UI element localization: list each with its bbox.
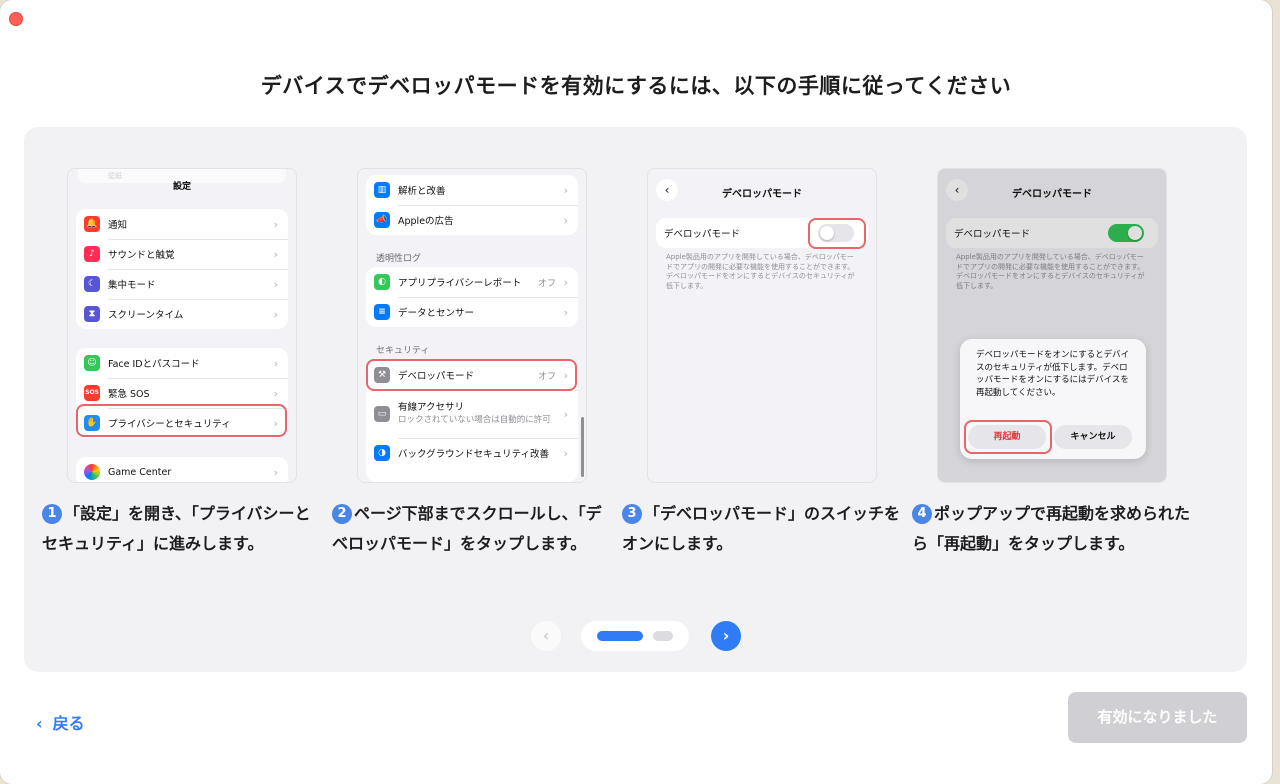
step-number-badge: 1 bbox=[42, 504, 62, 524]
settings-group-analytics: ▥ 解析と改善 › 📣 Appleの広告 › bbox=[366, 175, 578, 235]
moon-icon: ☾ bbox=[84, 276, 100, 292]
chevron-right-icon: › bbox=[273, 465, 278, 479]
list-item: Game Center › bbox=[76, 457, 288, 482]
cable-icon: ▭ bbox=[374, 406, 390, 422]
list-item: 📣 Appleの広告 › bbox=[366, 205, 578, 235]
screen-header: デベロッパモード bbox=[722, 189, 802, 200]
next-page-button[interactable]: › bbox=[711, 621, 741, 651]
step-1-caption: 1 「設定」を開き、「プライバシーとセキュリティ」に進みします。 bbox=[42, 504, 311, 553]
chevron-right-icon: › bbox=[273, 356, 278, 370]
list-item: ◐ アプリプライバシーレポート オフ › bbox=[366, 267, 578, 297]
megaphone-icon: 📣 bbox=[374, 212, 390, 228]
list-item: 🔔 通知 › bbox=[76, 209, 288, 239]
hourglass-icon: ⧗ bbox=[84, 306, 100, 322]
dialog-window: デバイスでデベロッパモードを有効にするには、以下の手順に従ってください 壁紙 設… bbox=[0, 0, 1272, 784]
step-number-badge: 3 bbox=[622, 504, 642, 524]
chevron-right-icon: › bbox=[273, 247, 278, 261]
chevron-right-icon: › bbox=[273, 217, 278, 231]
list-item: ⧗ スクリーンタイム › bbox=[76, 299, 288, 329]
list-item: ☾ 集中モード › bbox=[76, 269, 288, 299]
screen-header: 設定 bbox=[172, 182, 191, 192]
chevron-left-icon: ‹ bbox=[36, 714, 43, 733]
list-item: ▥ 解析と改善 › bbox=[366, 175, 578, 205]
page-indicator bbox=[581, 621, 689, 651]
list-item: ☺ Face IDとパスコード › bbox=[76, 348, 288, 378]
face-id-icon: ☺ bbox=[84, 355, 100, 371]
restart-alert: デベロッパモードをオンにするとデバイスのセキュリティが低下します。デベロッパモー… bbox=[960, 339, 1146, 459]
settings-group-transparency: ◐ アプリプライバシーレポート オフ › ≡ データとセンサー › bbox=[366, 267, 578, 327]
database-icon: ≡ bbox=[374, 304, 390, 320]
step-3-caption: 3 「デベロッパモード」のスイッチをオンにします。 bbox=[622, 504, 901, 553]
chevron-right-icon: › bbox=[563, 446, 568, 460]
section-header: セキュリティ bbox=[376, 346, 430, 356]
scroll-indicator bbox=[581, 417, 584, 477]
list-item: ♪ サウンドと触覚 › bbox=[76, 239, 288, 269]
list-item: ◑ バックグラウンドセキュリティ改善 › bbox=[366, 438, 578, 468]
highlight-box bbox=[808, 218, 866, 249]
back-button[interactable]: ‹ 戻る bbox=[36, 710, 85, 734]
step-4-screenshot: ‹ デベロッパモード デベロッパモード Apple製品用のアプリを開発している場… bbox=[937, 168, 1167, 483]
highlight-box bbox=[76, 404, 287, 437]
game-center-icon bbox=[84, 464, 100, 480]
step-number-badge: 2 bbox=[332, 504, 352, 524]
steps-panel: 壁紙 設定 🔔 通知 › ♪ サウンドと触覚 › ☾ 集中モード › ⧗ スクリーンタイム › … bbox=[24, 127, 1247, 672]
settings-group-1: 🔔 通知 › ♪ サウンドと触覚 › ☾ 集中モード › ⧗ スクリーンタイム › bbox=[76, 209, 288, 329]
step-2-caption: 2 ページ下部までスクロールし、「デベロッパモード」をタップします。 bbox=[332, 504, 602, 553]
chevron-right-icon: › bbox=[563, 305, 568, 319]
step-4-caption: 4 ポップアップで再起動を求められたら「再起動」をタップします。 bbox=[912, 504, 1191, 553]
bell-icon: 🔔 bbox=[84, 216, 100, 232]
chevron-right-icon: › bbox=[273, 307, 278, 321]
bar-chart-icon: ▥ bbox=[374, 182, 390, 198]
page-dot-active[interactable] bbox=[597, 631, 643, 641]
highlight-box bbox=[366, 359, 577, 391]
close-window-button[interactable] bbox=[9, 12, 23, 26]
section-header: 透明性ログ bbox=[376, 254, 422, 264]
alert-message: デベロッパモードをオンにするとデバイスのセキュリティが低下します。デベロッパモー… bbox=[976, 350, 1130, 398]
page-title: デバイスでデベロッパモードを有効にするには、以下の手順に従ってください bbox=[260, 74, 1012, 98]
chevron-right-icon: › bbox=[273, 277, 278, 291]
step-number-badge: 4 bbox=[912, 504, 932, 524]
step-2-screenshot: ▥ 解析と改善 › 📣 Appleの広告 › 透明性ログ ◐ アプリプライバシーレポートオ… bbox=[357, 168, 587, 483]
highlight-box bbox=[964, 420, 1052, 454]
list-item: ▭ 有線アクセサリ ロックされていない場合は自動的に許可 › bbox=[366, 390, 578, 438]
chevron-right-icon: › bbox=[563, 183, 568, 197]
shield-icon: ◐ bbox=[374, 274, 390, 290]
enabled-button[interactable]: 有効になりました bbox=[1068, 692, 1247, 743]
step-1-screenshot: 壁紙 設定 🔔 通知 › ♪ サウンドと触覚 › ☾ 集中モード › ⧗ スクリーンタイム › … bbox=[67, 168, 297, 483]
sos-icon: SOS bbox=[84, 385, 100, 401]
list-item: ≡ データとセンサー › bbox=[366, 297, 578, 327]
chevron-right-icon: › bbox=[563, 275, 568, 289]
page-dot[interactable] bbox=[653, 631, 673, 641]
chevron-right-icon: › bbox=[563, 407, 568, 421]
settings-group-3: Game Center › bbox=[76, 457, 288, 482]
chevron-right-icon: › bbox=[563, 213, 568, 227]
chevron-right-icon: › bbox=[273, 386, 278, 400]
shield-icon: ◑ bbox=[374, 445, 390, 461]
cancel-button: キャンセル bbox=[1054, 425, 1132, 449]
speaker-icon: ♪ bbox=[84, 246, 100, 262]
step-3-screenshot: ‹ デベロッパモード デベロッパモード Apple製品用のアプリを開発している場… bbox=[647, 168, 877, 483]
previous-page-button[interactable]: ‹ bbox=[531, 621, 561, 651]
description-text: Apple製品用のアプリを開発している場合、デベロッパモードでアプリの開発に必要… bbox=[666, 253, 855, 290]
